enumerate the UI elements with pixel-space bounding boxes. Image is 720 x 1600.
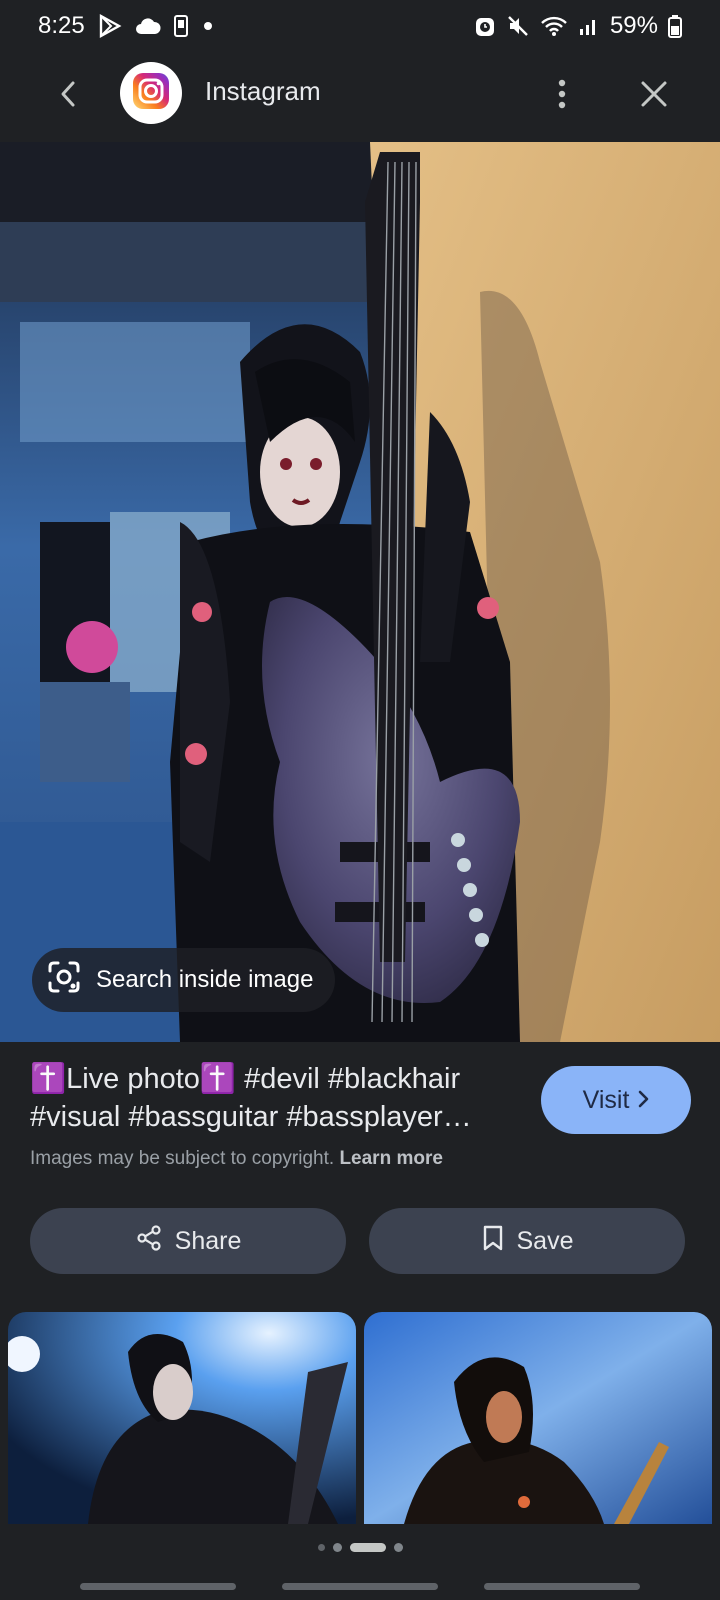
status-bar: 8:25 59%	[0, 0, 720, 52]
visit-label: Visit	[582, 1085, 630, 1114]
battery-icon	[668, 14, 682, 38]
back-button[interactable]	[48, 74, 88, 118]
signal-icon	[578, 15, 600, 37]
related-image-1[interactable]	[8, 1312, 356, 1524]
site-name[interactable]: Instagram	[205, 76, 321, 107]
more-vert-icon	[557, 78, 567, 115]
more-options-button[interactable]	[542, 72, 582, 120]
related-image-1-artwork	[8, 1312, 356, 1524]
main-image[interactable]: Search inside image	[0, 142, 720, 1042]
search-inside-image-button[interactable]: Search inside image	[32, 948, 336, 1012]
carousel-indicator	[0, 1543, 720, 1552]
alarm-icon	[474, 14, 496, 38]
battery-percent: 59%	[609, 12, 658, 39]
related-image-2-artwork	[364, 1312, 712, 1524]
copyright-notice: Images may be subject to copyright. Lear…	[30, 1148, 443, 1170]
wifi-icon	[540, 14, 568, 38]
carousel-dot	[332, 1543, 342, 1552]
search-inside-image-label: Search inside image	[96, 966, 314, 993]
visit-button[interactable]: Visit	[541, 1066, 691, 1134]
learn-more-link[interactable]: Learn more	[339, 1148, 442, 1169]
related-image-2[interactable]	[364, 1312, 712, 1524]
top-bar: Instagram	[0, 52, 720, 140]
carousel-dot	[317, 1544, 325, 1551]
status-time: 8:25	[38, 12, 85, 39]
save-button[interactable]: Save	[369, 1208, 685, 1274]
save-label: Save	[516, 1226, 574, 1255]
share-label: Share	[174, 1226, 242, 1255]
carousel-dot	[393, 1543, 403, 1552]
site-logo[interactable]	[120, 62, 182, 124]
lens-icon	[46, 959, 82, 1002]
bookmark-icon	[481, 1224, 505, 1259]
chevron-left-icon	[58, 79, 78, 114]
nav-back-handle[interactable]	[484, 1583, 640, 1590]
main-image-artwork	[0, 142, 720, 1042]
carousel-dot-active	[349, 1543, 386, 1552]
nav-recents-handle[interactable]	[80, 1583, 236, 1590]
chevron-right-icon	[637, 1086, 649, 1115]
dot-icon	[201, 19, 215, 33]
close-icon	[639, 79, 669, 114]
phone-icon	[173, 14, 189, 38]
share-button[interactable]: Share	[30, 1208, 346, 1274]
mute-icon	[506, 14, 530, 38]
cloud-icon	[135, 16, 161, 36]
close-button[interactable]	[632, 72, 676, 120]
nav-home-handle[interactable]	[282, 1583, 438, 1590]
result-title[interactable]: ✝️Live photo✝️ #devil #blackhair #visual…	[30, 1060, 520, 1136]
play-store-icon	[97, 13, 123, 39]
share-icon	[135, 1224, 163, 1259]
instagram-icon	[131, 71, 171, 116]
copyright-text: Images may be subject to copyright.	[30, 1148, 335, 1169]
